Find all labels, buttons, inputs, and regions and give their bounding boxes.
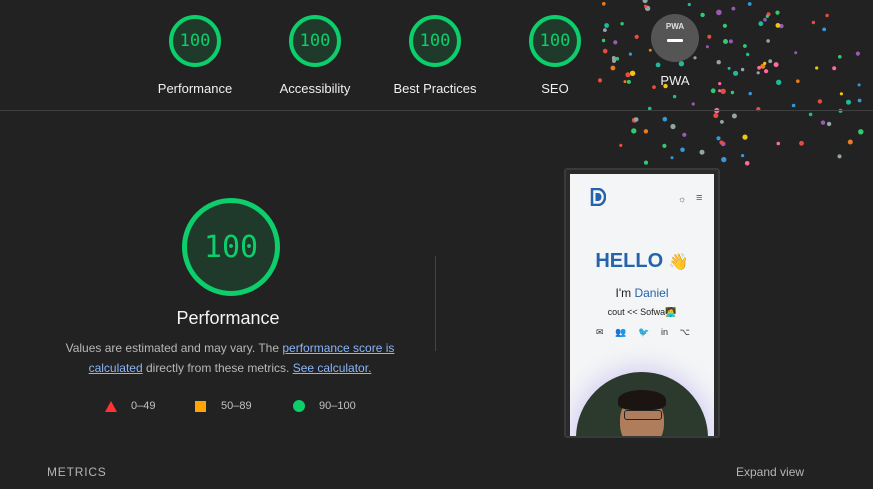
final-screenshot[interactable]: ☼ ≡ HELLO 👋 I'm Daniel cout << Sofwa🧑‍💻 …: [564, 168, 720, 438]
github-icon: ⌥: [679, 327, 690, 337]
confetti-dot: [837, 154, 842, 159]
intro-text: I'm Daniel: [615, 286, 669, 300]
gauge-label: SEO: [541, 81, 569, 96]
performance-score-gauge: 100: [182, 198, 280, 296]
menu-icon: ≡: [696, 192, 703, 204]
confetti-dot: [719, 140, 724, 145]
confetti-dot: [699, 149, 705, 155]
average-square-icon: [195, 400, 206, 412]
score-header: 100 Performance 100 Accessibility 100 Be…: [0, 0, 873, 111]
confetti-dot: [716, 136, 721, 141]
expand-view-toggle[interactable]: Expand view: [736, 465, 804, 479]
mail-icon: ✉: [596, 327, 604, 337]
linkedin-icon: in: [660, 327, 668, 337]
people-icon: 👥: [615, 327, 627, 337]
gauge-performance[interactable]: 100 Performance: [145, 15, 245, 96]
avatar: [576, 372, 708, 436]
gauge-seo[interactable]: 100 SEO: [505, 15, 605, 96]
wave-icon: 👋: [668, 254, 689, 271]
screenshot-page: ☼ ≡ HELLO 👋 I'm Daniel cout << Sofwa🧑‍💻 …: [570, 174, 714, 436]
gauge-best-practices[interactable]: 100 Best Practices: [385, 15, 485, 96]
code-line: cout << Sofwa🧑‍💻: [607, 307, 677, 317]
confetti-dot: [731, 113, 737, 119]
site-logo-icon: [590, 188, 606, 206]
see-calculator-link[interactable]: See calculator.: [293, 361, 372, 375]
confetti-dot: [662, 116, 668, 122]
performance-title: Performance: [176, 308, 280, 328]
confetti-dot: [847, 139, 853, 145]
legend-fail: 0–49: [105, 398, 155, 414]
confetti-dot: [643, 160, 649, 165]
gauge-ring: 100: [289, 15, 341, 67]
gauge-ring: 100: [529, 15, 581, 67]
confetti-dot: [799, 140, 804, 146]
confetti-dot: [808, 112, 813, 117]
social-links: ✉ 👥 🐦 in ⌥: [596, 327, 690, 338]
pwa-badge-icon: PWA: [651, 14, 699, 62]
confetti-dot: [682, 132, 687, 137]
gauge-ring: 100: [409, 15, 461, 67]
gauge-label: Best Practices: [393, 81, 477, 96]
confetti-dot: [741, 154, 745, 158]
theme-toggle-icon: ☼: [678, 194, 687, 204]
legend-average: 50–89: [195, 398, 252, 414]
confetti-dot: [662, 143, 667, 148]
divider: [435, 256, 436, 351]
confetti-dot: [670, 156, 674, 160]
gauge-label: Accessibility: [279, 81, 351, 96]
hello-heading: HELLO 👋: [595, 250, 689, 272]
confetti-dot: [643, 129, 649, 134]
confetti-dot: [633, 117, 639, 122]
metrics-heading: METRICS: [47, 465, 107, 479]
confetti-dot: [721, 156, 727, 163]
confetti-dot: [680, 147, 685, 153]
confetti-dot: [670, 123, 676, 130]
confetti-dot: [820, 120, 826, 125]
confetti-dot: [826, 121, 832, 127]
legend-pass: 90–100: [293, 398, 356, 414]
gauge-pwa[interactable]: PWA PWA: [625, 14, 725, 88]
performance-description: Values are estimated and may vary. The p…: [65, 341, 395, 375]
confetti-dot: [720, 120, 724, 124]
gauge-accessibility[interactable]: 100 Accessibility: [265, 15, 365, 96]
confetti-dot: [619, 143, 623, 147]
gauge-ring: 100: [169, 15, 221, 67]
gauge-label: PWA: [660, 73, 690, 88]
pass-circle-icon: [293, 400, 305, 412]
twitter-icon: 🐦: [638, 327, 650, 337]
confetti-dot: [744, 161, 750, 166]
gauge-label: Performance: [157, 81, 233, 96]
confetti-dot: [631, 117, 638, 123]
confetti-dot: [858, 129, 864, 135]
confetti-dot: [720, 141, 726, 147]
fail-triangle-icon: [105, 400, 117, 412]
confetti-dot: [742, 134, 748, 140]
confetti-dot: [776, 141, 781, 146]
confetti-dot: [631, 128, 637, 134]
confetti-dot: [713, 113, 719, 119]
